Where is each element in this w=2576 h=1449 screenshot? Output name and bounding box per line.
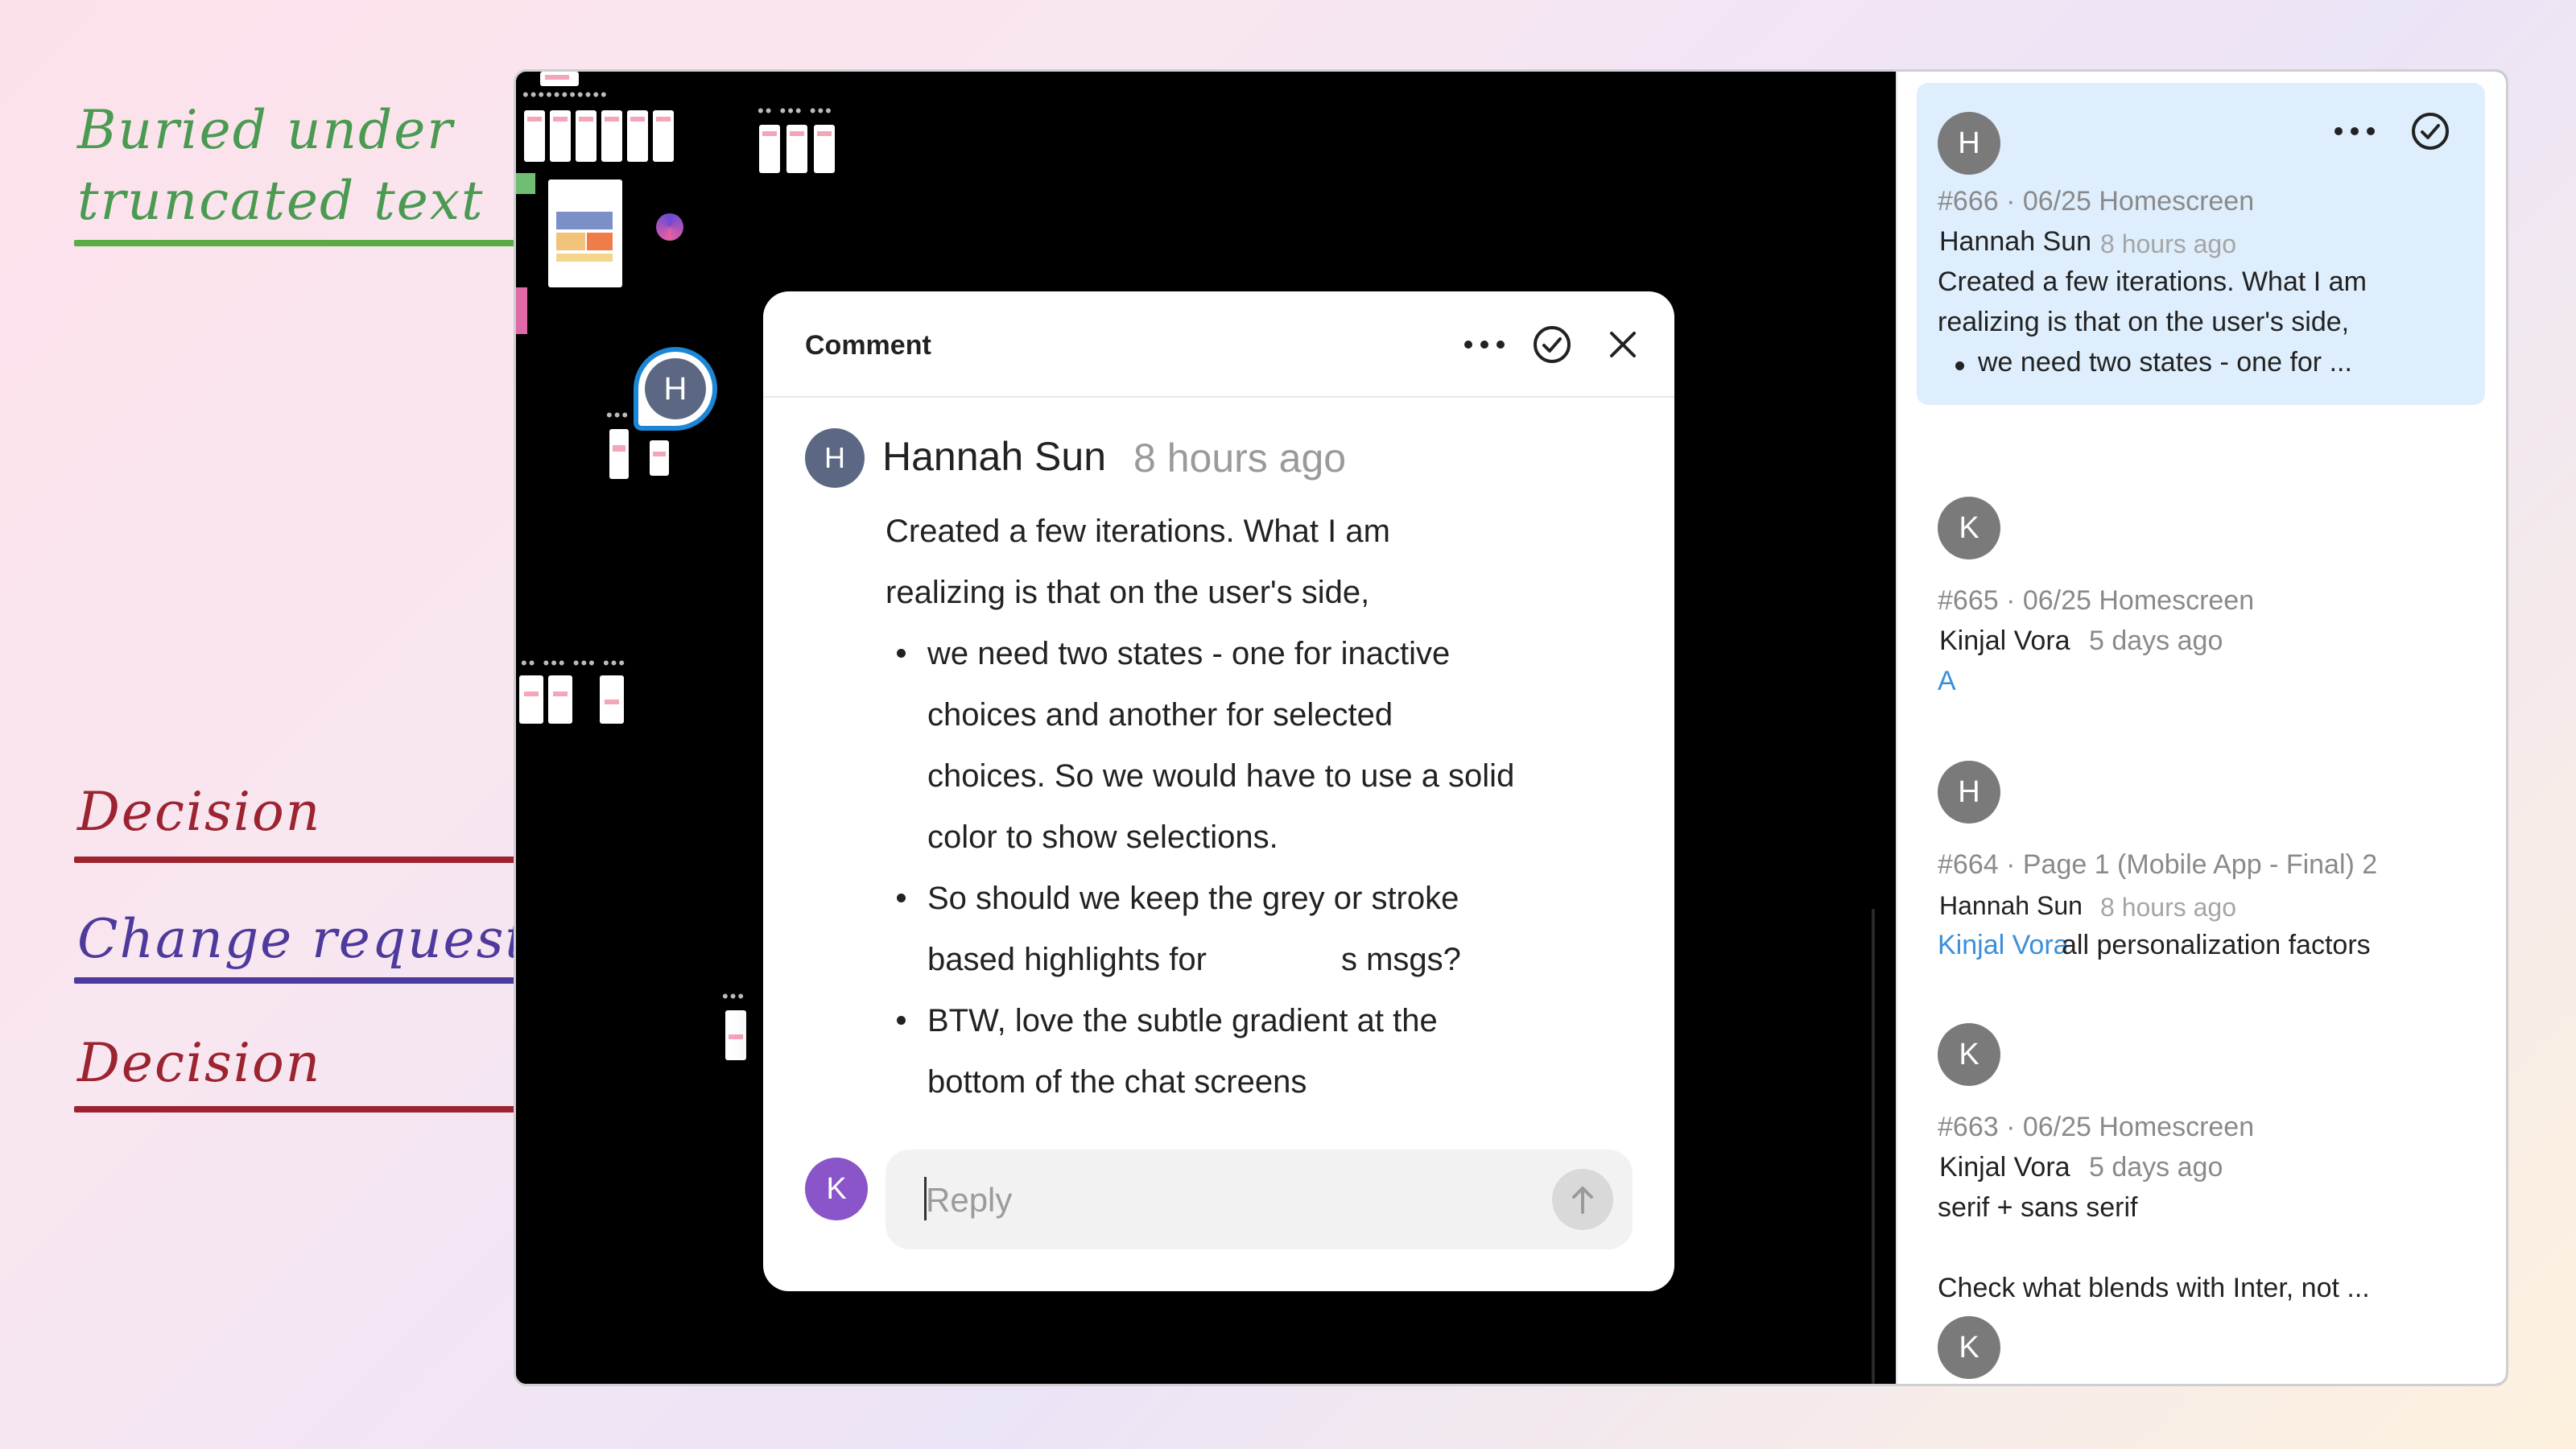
comment-time: 8 hours ago [1133, 436, 1347, 481]
comment-text-line: s msgs? [1341, 942, 1461, 977]
frame-dots: ••• [722, 986, 746, 1006]
comment-author: Hannah Sun [1939, 226, 2092, 257]
frame-dots: ••• [606, 405, 630, 425]
bullet [1955, 361, 1964, 370]
bullet [897, 894, 906, 902]
comment-text-line: So should we keep the grey or stroke [927, 881, 1459, 916]
comment-preview-line: serif + sans serif [1938, 1192, 2138, 1223]
canvas-frame[interactable] [814, 125, 835, 173]
comment-item-665[interactable]: K #665 · 06/25 Homescreen Kinjal Vora 5 … [1917, 497, 2485, 706]
comment-text-line: color to show selections. [927, 819, 1278, 855]
comment-author: Kinjal Vora [1939, 625, 2070, 656]
canvas-swatch [516, 173, 535, 194]
reply-avatar: K [805, 1158, 868, 1220]
comment-time: 8 hours ago [2100, 893, 2237, 922]
canvas-frame[interactable] [601, 110, 622, 162]
canvas-frame[interactable] [600, 675, 624, 724]
comment-author: Kinjal Vora [1939, 1152, 2070, 1183]
bullet [897, 1016, 906, 1025]
comment-author: Hannah Sun [1939, 891, 2083, 920]
canvas-frame[interactable] [548, 675, 572, 724]
comment-text-line: choices. So we would have to use a solid [927, 758, 1515, 794]
canvas-frame[interactable] [725, 1010, 746, 1060]
canvas-frame[interactable] [653, 110, 674, 162]
canvas-frame[interactable] [524, 110, 545, 162]
frame-dots: •• ••• ••• ••• [521, 653, 627, 673]
dialog-title: Comment [805, 330, 931, 361]
canvas-frame[interactable] [548, 180, 622, 287]
comments-sidebar: H #666 · 06/25 Homescreen Hannah Sun 8 h… [1896, 72, 2506, 1384]
canvas-frame[interactable] [550, 110, 571, 162]
comment-preview-line: all personalization factors [2062, 930, 2371, 960]
comment-preview-line: Check what blends with Inter, not ... [1938, 1273, 2370, 1303]
arrow-up-icon [1572, 1187, 1593, 1214]
canvas-frame[interactable] [576, 110, 597, 162]
avatar: H [1938, 112, 2000, 175]
frame-dots: ••••••••••• [522, 85, 609, 105]
avatar: K [1938, 1316, 2000, 1379]
canvas-scrollbar[interactable] [1872, 909, 1875, 1384]
canvas-swatch [516, 287, 527, 334]
comment-title: #666 · 06/25 Homescreen [1938, 186, 2255, 217]
bullet [897, 649, 906, 658]
avatar: K [1938, 497, 2000, 559]
comment-preview-line: Created a few iterations. What I am [1938, 266, 2367, 297]
comment-time: 8 hours ago [2100, 229, 2237, 258]
comment-preview-line: we need two states - one for ... [1978, 347, 2352, 378]
annotation-buried-label: Buried under truncated text [77, 99, 485, 232]
comment-pin-avatar: H [645, 358, 706, 419]
comment-text-line: realizing is that on the user's side, [886, 575, 1370, 610]
canvas-frame[interactable] [786, 125, 807, 173]
resolve-check-icon[interactable] [2409, 110, 2451, 156]
canvas-frame[interactable] [650, 440, 669, 476]
canvas-frame[interactable] [540, 72, 579, 86]
comment-text-line: we need two states - one for inactive [927, 636, 1451, 671]
comment-preview-line: realizing is that on the user's side, [1938, 307, 2350, 337]
frame-dots: •• ••• ••• [758, 101, 833, 121]
comment-preview-line: A [1938, 666, 1956, 696]
avatar: H [1938, 761, 2000, 824]
comment-title: #663 · 06/25 Homescreen [1938, 1112, 2255, 1142]
avatar: K [1938, 1023, 2000, 1086]
comment-text-line: choices and another for selected [927, 697, 1393, 733]
comment-text-line: BTW, love the subtle gradient at the [927, 1003, 1438, 1038]
comment-title: #664 · Page 1 (Mobile App - Final) 2 [1938, 849, 2378, 880]
comment-text-line: bottom of the chat screens [927, 1064, 1307, 1100]
comment-item[interactable]: K [1917, 1316, 2485, 1384]
comment-time: 5 days ago [2089, 625, 2223, 656]
annotation-decision-2: Decision [77, 1032, 322, 1094]
canvas-blob-icon [656, 213, 683, 241]
canvas-frame[interactable] [519, 675, 543, 724]
close-icon[interactable] [1605, 327, 1641, 366]
more-options-icon[interactable] [2330, 115, 2379, 151]
comment-item-666[interactable]: H #666 · 06/25 Homescreen Hannah Sun 8 h… [1917, 83, 2485, 405]
reply-box [886, 1150, 1633, 1249]
mention-link[interactable]: Kinjal Vora [1938, 930, 2069, 961]
comment-text-line: Created a few iterations. What I am [886, 514, 1390, 549]
comment-text-line: based highlights for [927, 942, 1207, 977]
reply-input[interactable] [924, 1169, 1523, 1232]
annotation-decision-1: Decision [77, 781, 322, 843]
comment-item-663[interactable]: K #663 · 06/25 Homescreen Kinjal Vora 5 … [1917, 1023, 2485, 1303]
comment-pin[interactable]: H [638, 352, 712, 426]
canvas-frame[interactable] [627, 110, 648, 162]
canvas-frame[interactable] [609, 429, 629, 479]
resolve-check-icon[interactable] [1531, 324, 1573, 369]
author-name: Hannah Sun [882, 434, 1107, 479]
comment-time: 5 days ago [2089, 1152, 2223, 1183]
canvas-frame[interactable] [759, 125, 780, 173]
comment-dialog: Comment H Hannah Sun 8 hours ago Created… [763, 291, 1674, 1291]
author-avatar: H [805, 428, 865, 488]
more-options-icon[interactable] [1460, 328, 1509, 365]
comment-item-664[interactable]: H #664 · Page 1 (Mobile App - Final) 2 H… [1917, 761, 2485, 970]
comment-title: #665 · 06/25 Homescreen [1938, 585, 2255, 616]
send-button[interactable] [1552, 1169, 1613, 1230]
text-caret [924, 1177, 927, 1220]
annotation-change-request: Change request [77, 908, 528, 970]
dialog-header: Comment [763, 291, 1674, 398]
